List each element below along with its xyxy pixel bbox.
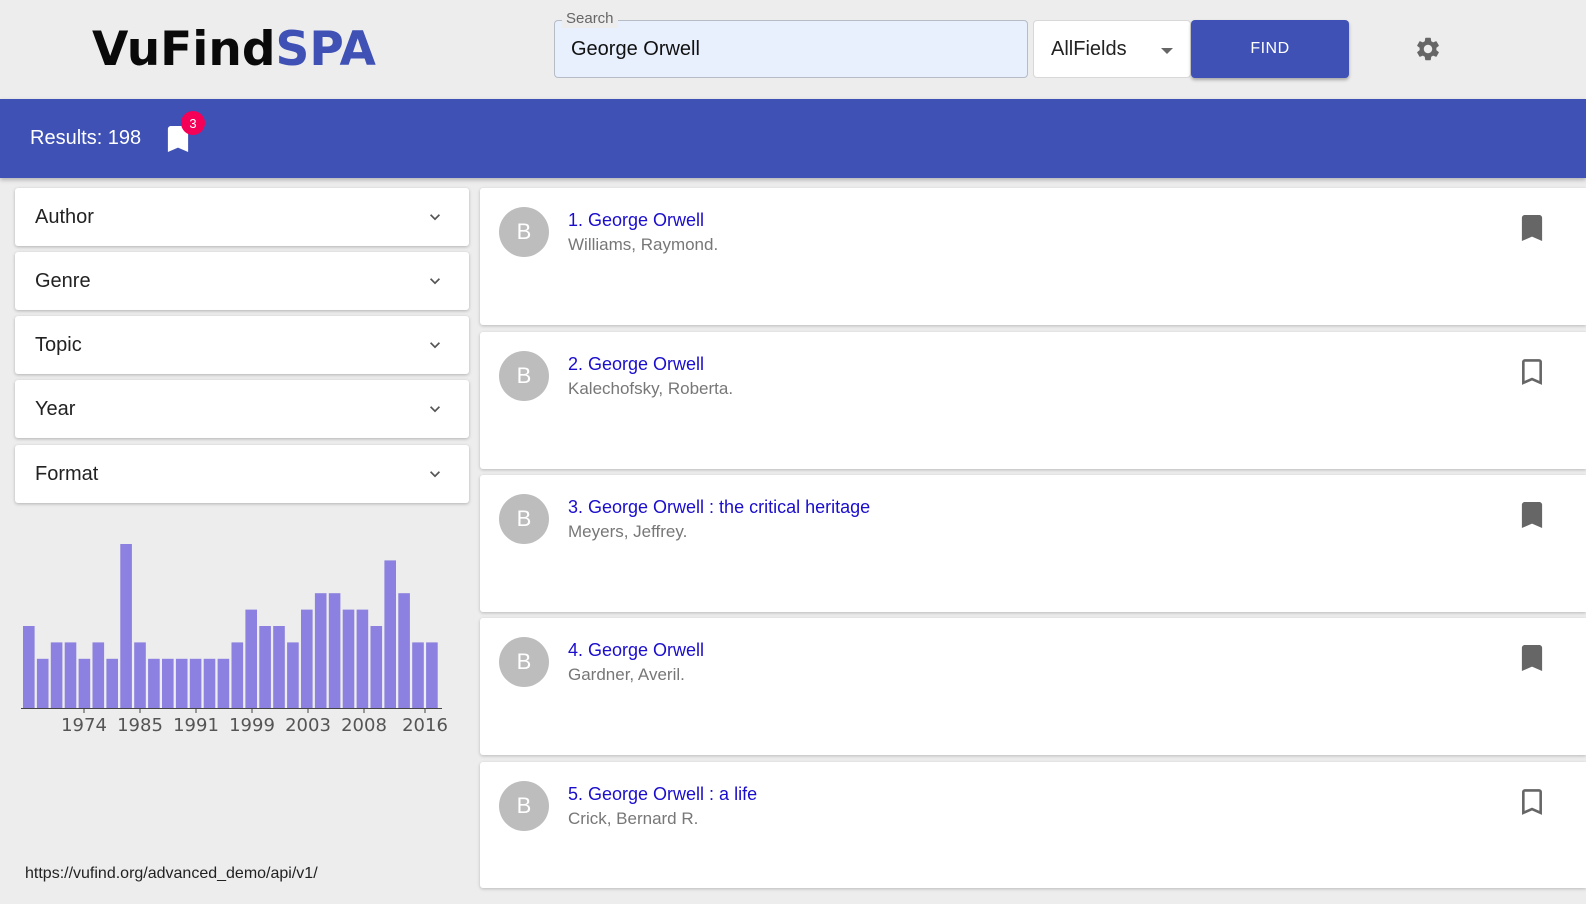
- result-author: Gardner, Averil.: [568, 665, 685, 684]
- result-author: Kalechofsky, Roberta.: [568, 379, 734, 398]
- app-header: VuFindSPA Search AllFields FIND: [0, 0, 1586, 99]
- facet-label: Author: [35, 206, 94, 228]
- chevron-down-icon: [430, 406, 440, 413]
- histogram-tick-label: 2003: [285, 715, 331, 736]
- facet-genre[interactable]: Genre: [15, 252, 469, 310]
- histogram-bar[interactable]: [134, 642, 146, 708]
- histogram-bar[interactable]: [370, 626, 383, 708]
- histogram-bar[interactable]: [314, 593, 327, 708]
- histogram-bar[interactable]: [203, 658, 216, 708]
- result-card: B 2. George Orwell Kalechofsky, Roberta.: [480, 332, 1586, 469]
- histogram-bar[interactable]: [36, 658, 49, 708]
- histogram-bar[interactable]: [78, 658, 91, 708]
- results-toolbar: Results: 198 3: [0, 99, 1586, 178]
- histogram-bar[interactable]: [64, 642, 77, 708]
- facet-label: Topic: [35, 334, 82, 356]
- histogram-tick-label: 1991: [173, 715, 219, 736]
- histogram-bar[interactable]: [120, 544, 132, 708]
- results-count: Results: 198: [30, 127, 142, 149]
- histogram-bar[interactable]: [92, 642, 105, 708]
- histogram-bar[interactable]: [189, 658, 202, 708]
- chevron-down-icon: [430, 342, 440, 349]
- facet-year[interactable]: Year: [15, 380, 469, 438]
- saved-count-badge: 3: [181, 111, 205, 135]
- search-input[interactable]: [571, 21, 1011, 77]
- result-author: Williams, Raymond.: [568, 235, 719, 254]
- histogram-bar[interactable]: [259, 626, 271, 708]
- histogram-bar[interactable]: [106, 658, 118, 708]
- bookmark-outline-icon[interactable]: [1521, 359, 1543, 385]
- chevron-down-icon: [430, 214, 440, 221]
- result-title-link[interactable]: 1. George Orwell: [568, 209, 704, 231]
- result-author: Meyers, Jeffrey.: [568, 522, 688, 541]
- search-field-select[interactable]: AllFields: [1033, 20, 1191, 78]
- result-avatar: B: [499, 207, 549, 257]
- bookmark-filled-icon[interactable]: [1521, 645, 1543, 671]
- histogram-bar[interactable]: [217, 658, 230, 708]
- search-field[interactable]: [554, 20, 1028, 78]
- facet-label: Genre: [35, 270, 91, 292]
- histogram-tick-label: 2008: [341, 715, 387, 736]
- facet-label: Year: [35, 398, 76, 420]
- settings-gear-icon[interactable]: [1414, 35, 1442, 63]
- search-label: Search: [562, 10, 618, 28]
- histogram-bar[interactable]: [50, 642, 63, 708]
- find-button[interactable]: FIND: [1191, 20, 1349, 78]
- result-avatar: B: [499, 781, 549, 831]
- result-title-link[interactable]: 3. George Orwell : the critical heritage: [568, 496, 870, 518]
- histogram-bar[interactable]: [245, 609, 257, 708]
- result-card: B 5. George Orwell : a life Crick, Berna…: [480, 762, 1586, 888]
- facet-topic[interactable]: Topic: [15, 316, 469, 374]
- histogram-bar[interactable]: [356, 609, 369, 708]
- histogram-bar[interactable]: [398, 593, 410, 708]
- facet-format[interactable]: Format: [15, 445, 469, 503]
- histogram-bar[interactable]: [301, 609, 313, 708]
- histogram-bar[interactable]: [426, 642, 438, 708]
- histogram-bar[interactable]: [384, 560, 396, 708]
- histogram-bar[interactable]: [412, 642, 424, 708]
- bookmark-outline-icon[interactable]: [1521, 789, 1543, 815]
- bookmark-filled-icon[interactable]: [1521, 502, 1543, 528]
- histogram-bar[interactable]: [148, 658, 160, 708]
- histogram-bar[interactable]: [328, 593, 341, 708]
- logo-text-part2: SPA: [275, 22, 376, 77]
- histogram-tick-label: 1974: [61, 715, 107, 736]
- logo-text-part1: VuFind: [92, 22, 276, 77]
- result-title-link[interactable]: 4. George Orwell: [568, 639, 704, 661]
- result-title-link[interactable]: 5. George Orwell : a life: [568, 783, 757, 805]
- chevron-down-icon: [430, 278, 440, 285]
- histogram-bar[interactable]: [273, 626, 285, 708]
- histogram-bar[interactable]: [342, 609, 355, 708]
- facet-author[interactable]: Author: [15, 188, 469, 246]
- histogram-tick-label: 1999: [229, 715, 275, 736]
- year-histogram[interactable]: 1974 1985 1991 1999 2003 2008 2016: [15, 530, 455, 745]
- chevron-down-icon: [430, 471, 440, 478]
- result-avatar: B: [499, 351, 549, 401]
- api-url: https://vufind.org/advanced_demo/api/v1/: [25, 865, 318, 882]
- result-card: B 4. George Orwell Gardner, Averil.: [480, 618, 1586, 755]
- result-card: B 3. George Orwell : the critical herita…: [480, 475, 1586, 612]
- histogram-bar[interactable]: [162, 658, 174, 708]
- facet-label: Format: [35, 463, 99, 485]
- result-card: B 1. George Orwell Williams, Raymond.: [480, 188, 1586, 325]
- result-avatar: B: [499, 637, 549, 687]
- histogram-bar[interactable]: [231, 642, 244, 708]
- histogram-tick-label: 1985: [117, 715, 163, 736]
- result-author: Crick, Bernard R.: [568, 809, 699, 828]
- result-avatar: B: [499, 494, 549, 544]
- histogram-tick-label: 2016: [402, 715, 448, 736]
- bookmark-filled-icon[interactable]: [1521, 215, 1543, 241]
- search-field-select-value: AllFields: [1051, 38, 1127, 60]
- dropdown-caret-icon: [1161, 48, 1173, 54]
- histogram-bar[interactable]: [287, 642, 299, 708]
- histogram-bar[interactable]: [175, 658, 188, 708]
- result-title-link[interactable]: 2. George Orwell: [568, 353, 704, 375]
- app-logo[interactable]: VuFindSPA: [92, 22, 376, 78]
- histogram-bar[interactable]: [23, 626, 35, 708]
